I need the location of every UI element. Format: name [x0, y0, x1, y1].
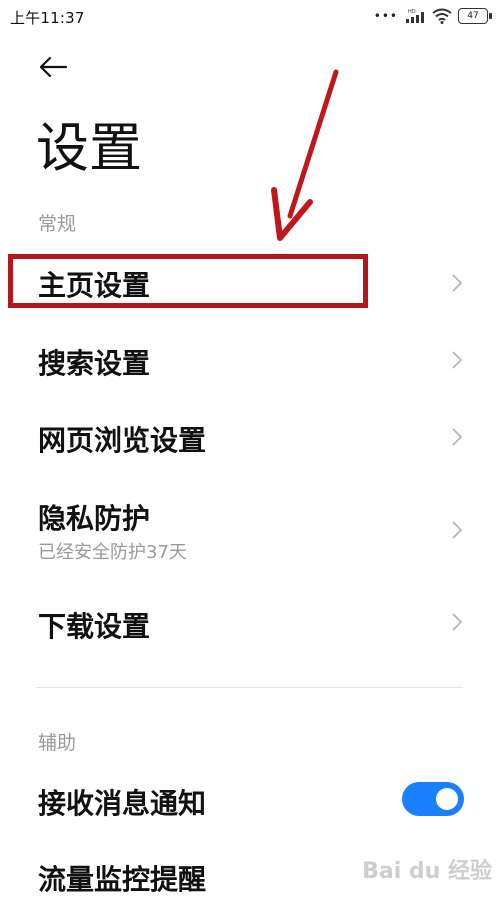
section-label-assist: 辅助 [38, 732, 77, 754]
settings-item-search[interactable]: 搜索设置 [0, 326, 500, 394]
chevron-right-icon [452, 428, 463, 446]
status-bar: 上午11:37 ••• HD 47 [0, 0, 500, 34]
chevron-right-icon [452, 613, 463, 631]
status-time: 上午11:37 [10, 9, 85, 27]
svg-text:HD: HD [408, 9, 416, 15]
signal-icon: HD [406, 9, 424, 23]
settings-item-label: 网页浏览设置 [38, 424, 207, 457]
settings-item-label: 搜索设置 [38, 347, 151, 380]
battery-icon: 47 [458, 8, 492, 24]
section-label-general: 常规 [38, 213, 77, 235]
settings-item-label: 下载设置 [38, 610, 151, 643]
settings-item-download[interactable]: 下载设置 [0, 588, 500, 658]
settings-item-homepage[interactable]: 主页设置 [0, 250, 500, 316]
chevron-right-icon [452, 521, 463, 539]
back-arrow-icon [39, 56, 68, 78]
notifications-toggle[interactable] [402, 782, 464, 816]
settings-item-label: 隐私防护 [38, 502, 151, 535]
settings-item-label: 主页设置 [38, 269, 151, 302]
status-icons: ••• HD 47 [373, 6, 492, 26]
section-divider [36, 687, 463, 688]
chevron-right-icon [452, 351, 463, 369]
settings-item-message-notifications[interactable]: 接收消息通知 [0, 768, 500, 834]
chevron-right-icon [452, 274, 463, 292]
wifi-icon [432, 8, 452, 24]
page-title: 设置 [36, 118, 142, 179]
settings-item-sublabel: 已经安全防护37天 [38, 542, 187, 563]
settings-item-privacy[interactable]: 隐私防护 已经安全防护37天 [0, 482, 500, 582]
settings-item-label: 流量监控提醒 [38, 863, 207, 896]
more-notifications-icon: ••• [373, 9, 398, 23]
watermark: Bai du 经验 [362, 859, 492, 884]
annotation-arrow [271, 69, 339, 241]
back-button[interactable] [32, 50, 74, 84]
toggle-knob [436, 788, 458, 810]
settings-item-label: 接收消息通知 [38, 787, 207, 820]
settings-item-browsing[interactable]: 网页浏览设置 [0, 402, 500, 472]
